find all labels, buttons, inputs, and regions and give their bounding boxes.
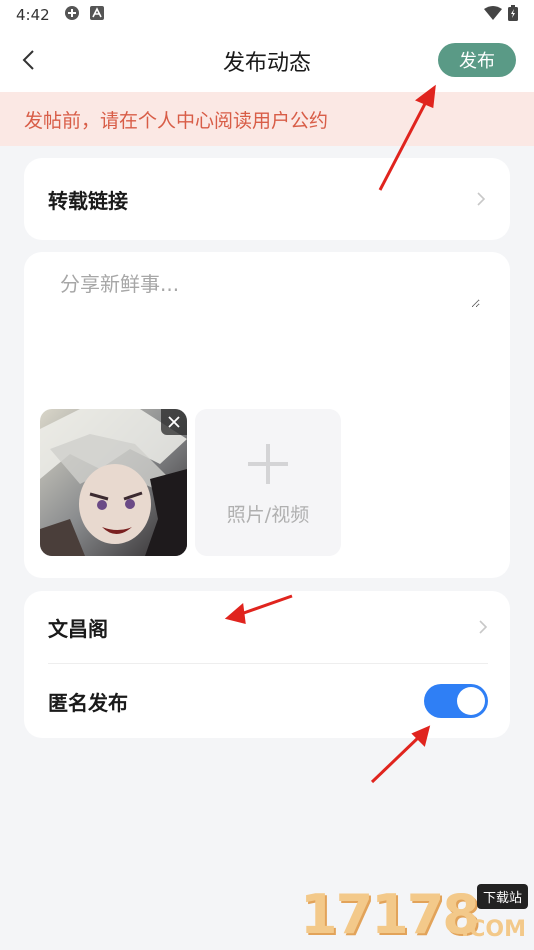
status-time: 4:42: [16, 6, 50, 24]
repost-link-label: 转载链接: [48, 188, 128, 213]
anonymous-post-label: 匿名发布: [48, 690, 128, 715]
chevron-right-icon: [478, 619, 488, 635]
font-a-icon: [89, 6, 104, 24]
status-bar: 4:42: [0, 0, 534, 30]
chevron-right-icon: [476, 191, 486, 207]
divider: [48, 663, 488, 664]
compose-card: 照片/视频: [24, 252, 510, 578]
options-card: 文昌阁 匿名发布: [24, 591, 510, 738]
circle-label: 文昌阁: [48, 616, 108, 641]
watermark-domain: .COM: [460, 917, 526, 942]
watermark-digits: 17178: [300, 883, 480, 946]
wifi-icon: [484, 6, 502, 24]
toggle-knob: [457, 687, 485, 715]
user-agreement-notice[interactable]: 发帖前，请在个人中心阅读用户公约: [0, 92, 534, 146]
anonymous-post-row: 匿名发布: [48, 665, 488, 737]
repost-link-row[interactable]: 转载链接: [24, 158, 510, 240]
annotation-arrow-toggle: [370, 734, 422, 784]
anonymous-post-toggle[interactable]: [424, 684, 488, 718]
page-title: 发布动态: [222, 51, 311, 76]
plus-icon: [248, 444, 288, 484]
chevron-left-icon: [22, 50, 34, 70]
close-icon: [168, 416, 180, 428]
remove-image-button[interactable]: [161, 409, 187, 435]
site-watermark: 17178 下载站 .COM: [300, 883, 528, 946]
back-button[interactable]: [14, 46, 42, 74]
publish-button[interactable]: 发布: [438, 43, 516, 77]
add-media-label: 照片/视频: [226, 504, 310, 526]
notice-text: 发帖前，请在个人中心阅读用户公约: [24, 109, 329, 132]
watermark-tag: 下载站: [476, 884, 528, 909]
attached-image-thumbnail[interactable]: [40, 409, 187, 556]
add-photo-video-button[interactable]: 照片/视频: [195, 409, 341, 556]
battery-icon: [508, 5, 518, 25]
post-content-input[interactable]: [60, 268, 480, 308]
circle-select-row[interactable]: 文昌阁: [48, 591, 488, 663]
page-header: 发布动态 发布: [0, 30, 534, 92]
app-notification-icon: [64, 5, 80, 25]
